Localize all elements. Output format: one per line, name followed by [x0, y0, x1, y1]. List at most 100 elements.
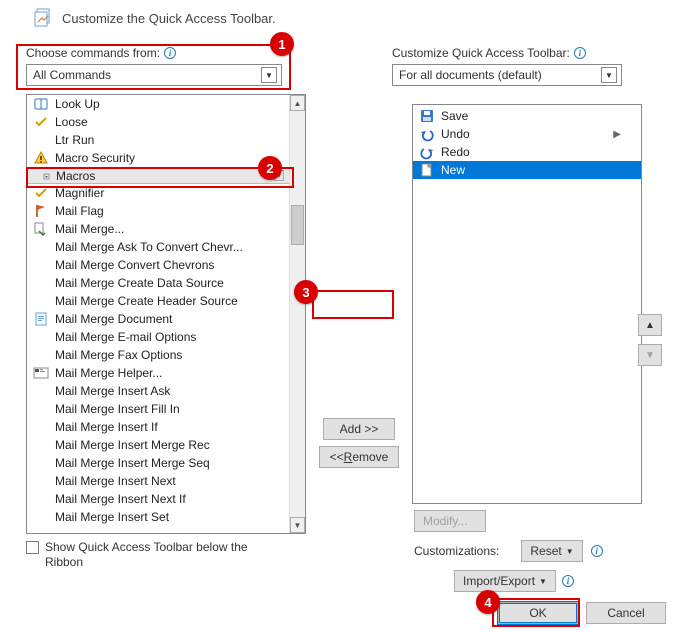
customize-qat-label: Customize Quick Access Toolbar: i — [392, 46, 670, 60]
list-item[interactable]: Mail Merge Ask To Convert Chevr... — [27, 238, 305, 256]
move-down-button[interactable]: ▼ — [638, 344, 662, 366]
list-item[interactable]: Mail Merge Insert Next If — [27, 490, 305, 508]
none — [33, 473, 49, 489]
list-item-label: Mail Merge Create Data Source — [55, 276, 224, 290]
none — [33, 132, 49, 148]
list-item[interactable]: Mail Merge Insert If — [27, 418, 305, 436]
none — [33, 257, 49, 273]
choose-commands-value: All Commands — [33, 68, 111, 82]
list-item[interactable]: Mail Merge Insert Next — [27, 472, 305, 490]
list-item[interactable]: Redo — [413, 143, 641, 161]
move-up-button[interactable]: ▲ — [638, 314, 662, 336]
list-item-label: Loose — [55, 115, 88, 129]
list-item[interactable]: Magnifier — [27, 184, 305, 202]
import-export-button[interactable]: Import/Export▼ — [454, 570, 556, 592]
list-item[interactable]: Mail Merge Create Data Source — [27, 274, 305, 292]
info-icon: i — [591, 545, 603, 557]
list-item-label: Mail Merge Insert Next If — [55, 492, 186, 506]
flag-icon — [33, 203, 49, 219]
dropdown-icon — [34, 168, 50, 184]
warn-icon — [33, 150, 49, 166]
none — [33, 293, 49, 309]
none — [33, 491, 49, 507]
list-item-label: Mail Merge Insert Merge Rec — [55, 438, 210, 452]
list-item[interactable]: Mail Merge Insert Set — [27, 508, 305, 526]
info-icon: i — [164, 47, 176, 59]
annotation-callout-2: 2 — [258, 156, 282, 180]
qat-listbox[interactable]: Save Undo▶ Redo New — [412, 104, 642, 504]
reset-button[interactable]: Reset▼ — [521, 540, 582, 562]
ok-button[interactable]: OK — [498, 602, 578, 624]
list-item[interactable]: Mail Merge E-mail Options — [27, 328, 305, 346]
list-item[interactable]: Mail Merge Insert Merge Rec — [27, 436, 305, 454]
list-item-label: Macros — [56, 169, 95, 183]
chevron-down-icon: ▼ — [601, 67, 617, 83]
customize-icon — [34, 8, 52, 28]
redo-icon — [419, 144, 435, 160]
add-button[interactable]: Add >> — [323, 418, 395, 440]
list-item-label: Mail Merge Insert Ask — [55, 384, 170, 398]
show-below-checkbox[interactable] — [26, 541, 39, 554]
list-item[interactable]: Mail Flag — [27, 202, 305, 220]
scroll-thumb[interactable] — [291, 205, 304, 245]
customize-qat-value: For all documents (default) — [399, 68, 542, 82]
annotation-callout-4: 4 — [476, 590, 500, 614]
list-item-label: Mail Merge Ask To Convert Chevr... — [55, 240, 243, 254]
list-item[interactable]: Mail Merge Document — [27, 310, 305, 328]
list-item[interactable]: New — [413, 161, 641, 179]
list-item[interactable]: Look Up — [27, 95, 305, 113]
new-icon — [419, 162, 435, 178]
list-item-label: Mail Flag — [55, 204, 104, 218]
book-icon — [33, 96, 49, 112]
none — [33, 509, 49, 525]
annotation-callout-3: 3 — [294, 280, 318, 304]
list-item[interactable]: Ltr Run — [27, 131, 305, 149]
list-item[interactable]: Mail Merge Insert Ask — [27, 382, 305, 400]
list-item-label: Magnifier — [55, 186, 104, 200]
list-item-label: Mail Merge Create Header Source — [55, 294, 238, 308]
none — [33, 401, 49, 417]
check-yellow-icon — [33, 114, 49, 130]
none — [33, 329, 49, 345]
doc-icon — [33, 311, 49, 327]
list-item-label: Mail Merge E-mail Options — [55, 330, 196, 344]
scrollbar[interactable]: ▲ ▼ — [289, 95, 305, 533]
list-item[interactable]: Mail Merge Fax Options — [27, 346, 305, 364]
list-item[interactable]: Mail Merge Convert Chevrons — [27, 256, 305, 274]
list-item[interactable]: Mail Merge Insert Fill In — [27, 400, 305, 418]
none — [33, 347, 49, 363]
scroll-down-button[interactable]: ▼ — [290, 517, 305, 533]
list-item-label: Mail Merge Insert Next — [55, 474, 176, 488]
modify-button[interactable]: Modify... — [414, 510, 486, 532]
list-item[interactable]: Loose — [27, 113, 305, 131]
list-item[interactable]: Mail Merge Create Header Source — [27, 292, 305, 310]
save-icon — [419, 108, 435, 124]
scroll-up-button[interactable]: ▲ — [290, 95, 305, 111]
list-item[interactable]: Mail Merge... — [27, 220, 305, 238]
none — [33, 239, 49, 255]
list-item-label: Mail Merge Insert If — [55, 420, 158, 434]
choose-commands-dropdown[interactable]: All Commands ▼ — [26, 64, 282, 86]
none — [33, 383, 49, 399]
remove-button[interactable]: << Remove — [319, 446, 400, 468]
list-item-label: New — [441, 163, 465, 177]
choose-commands-label: Choose commands from: i — [26, 46, 388, 60]
mail-merge-icon — [33, 221, 49, 237]
list-item[interactable]: Mail Merge Insert Merge Seq — [27, 454, 305, 472]
none — [33, 437, 49, 453]
customize-qat-dropdown[interactable]: For all documents (default) ▼ — [392, 64, 622, 86]
list-item[interactable]: Save — [413, 107, 641, 125]
list-item-label: Save — [441, 109, 468, 123]
undo-icon — [419, 126, 435, 142]
none — [33, 455, 49, 471]
list-item[interactable]: Undo▶ — [413, 125, 641, 143]
check-yellow-icon — [33, 185, 49, 201]
list-item-label: Redo — [441, 145, 470, 159]
helper-icon — [33, 365, 49, 381]
list-item-label: Mail Merge Convert Chevrons — [55, 258, 214, 272]
list-item[interactable]: Mail Merge Helper... — [27, 364, 305, 382]
list-item-label: Macro Security — [55, 151, 135, 165]
cancel-button[interactable]: Cancel — [586, 602, 666, 624]
list-item-label: Look Up — [55, 97, 100, 111]
info-icon: i — [574, 47, 586, 59]
